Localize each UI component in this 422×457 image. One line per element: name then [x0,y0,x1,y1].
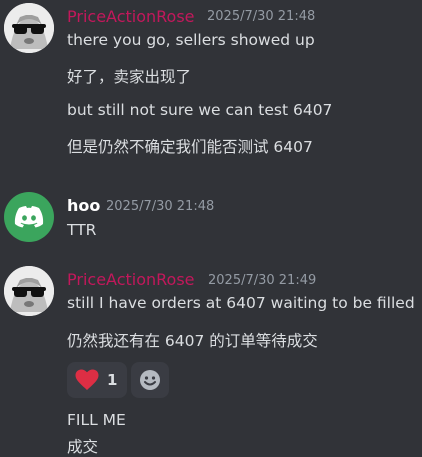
message-text: 好了，卖家出现了 [67,68,192,86]
cat-sunglasses-icon [4,266,54,316]
message-timestamp: 2025/7/30 21:49 [208,273,317,288]
heart-icon [75,369,99,390]
avatar-priceactionrose[interactable] [4,3,54,53]
message-timestamp: 2025/7/30 21:48 [207,9,316,24]
message-author[interactable]: PriceActionRose [67,270,195,289]
avatar-hoo[interactable] [4,192,54,242]
smiley-add-icon [140,370,160,390]
message-text: 仍然我还有在 6407 的订单等待成交 [67,332,318,350]
reaction-heart[interactable]: 1 [67,362,127,398]
add-reaction-button[interactable] [131,362,169,398]
message-text: 成交 [67,438,99,456]
message-text: 但是仍然不确定我们能否测试 6407 [67,138,313,156]
message-text: but still not sure we can test 6407 [67,101,333,119]
message-text: still I have orders at 6407 waiting to b… [67,294,415,312]
cat-sunglasses-icon [4,3,54,53]
message-author[interactable]: hoo [67,196,100,215]
discord-logo-icon [14,206,44,228]
reaction-count: 1 [107,371,118,389]
message-text: there you go, sellers showed up [67,31,315,49]
message-author[interactable]: PriceActionRose [67,7,195,26]
message-text: FILL ME [67,411,126,429]
message-timestamp: 2025/7/30 21:48 [106,199,215,214]
message-text: TTR [67,221,97,239]
avatar-priceactionrose[interactable] [4,266,54,316]
